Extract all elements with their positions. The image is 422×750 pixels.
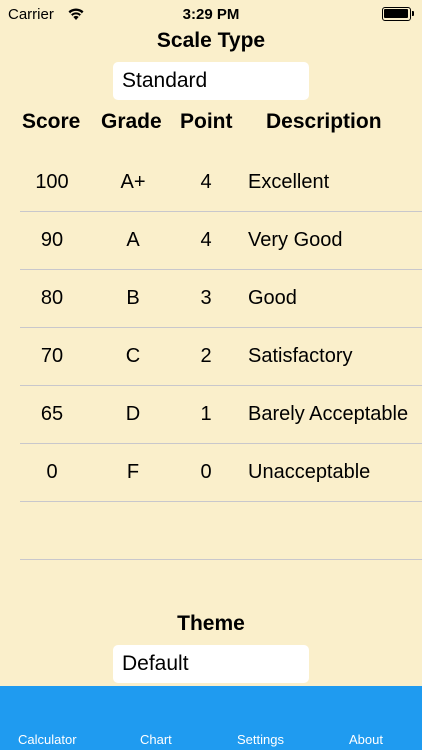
header-grade: Grade <box>101 110 162 133</box>
score-cell: 80 <box>40 287 64 309</box>
description-cell <box>248 502 418 559</box>
grade-cell: A <box>126 229 140 251</box>
header-description: Description <box>266 110 382 133</box>
tab-chart[interactable]: Chart <box>140 732 172 747</box>
point-cell: 2 <box>200 345 212 367</box>
point-cell: 1 <box>200 403 212 425</box>
grade-cell: D <box>125 403 141 425</box>
table-row[interactable]: 80 B 3 Good <box>0 270 422 328</box>
description-cell: Barely Acceptable <box>248 403 409 425</box>
grade-cell: F <box>126 461 140 483</box>
description-cell: Excellent <box>248 171 330 193</box>
theme-title: Theme <box>177 612 245 635</box>
grade-scale-table: 100 A+ 4 Excellent 90 A 4 Very Good 80 B… <box>0 154 422 560</box>
score-cell: 0 <box>46 461 58 483</box>
score-cell: 70 <box>40 345 64 367</box>
score-cell: 90 <box>40 229 64 251</box>
score-cell: 100 <box>35 171 69 193</box>
description-cell: Good <box>248 287 297 309</box>
grade-cell: A+ <box>120 171 146 193</box>
point-cell <box>186 502 226 559</box>
tab-bar: Calculator Chart Settings About <box>0 686 422 750</box>
grade-cell <box>108 502 158 559</box>
description-cell: Very Good <box>248 229 343 251</box>
score-cell <box>22 502 82 559</box>
grade-cell: C <box>125 345 141 367</box>
row-separator <box>20 559 422 560</box>
status-bar: Carrier 3:29 PM <box>0 0 422 28</box>
grade-cell: B <box>126 287 140 309</box>
point-cell: 4 <box>200 171 212 193</box>
tab-settings[interactable]: Settings <box>237 732 284 747</box>
point-cell: 3 <box>200 287 212 309</box>
scale-type-title: Scale Type <box>156 29 266 52</box>
tab-calculator[interactable]: Calculator <box>18 732 77 747</box>
theme-picker[interactable]: Default <box>113 645 309 683</box>
description-cell: Satisfactory <box>248 345 353 367</box>
table-row[interactable]: 65 D 1 Barely Acceptable <box>0 386 422 444</box>
header-score: Score <box>22 110 81 133</box>
score-cell: 65 <box>40 403 64 425</box>
table-row[interactable]: 90 A 4 Very Good <box>0 212 422 270</box>
point-cell: 4 <box>200 229 212 251</box>
table-row[interactable]: 0 F 0 Unacceptable <box>0 444 422 502</box>
point-cell: 0 <box>200 461 212 483</box>
tab-about[interactable]: About <box>349 732 383 747</box>
description-cell: Unacceptable <box>248 461 371 483</box>
table-row[interactable]: 100 A+ 4 Excellent <box>0 154 422 212</box>
table-header: Score Grade Point Description <box>0 110 422 138</box>
table-row[interactable] <box>0 502 422 560</box>
status-time: 3:29 PM <box>182 6 240 23</box>
header-point: Point <box>180 110 233 133</box>
battery-icon <box>382 7 414 21</box>
table-row[interactable]: 70 C 2 Satisfactory <box>0 328 422 386</box>
scale-type-picker[interactable]: Standard <box>113 62 309 100</box>
